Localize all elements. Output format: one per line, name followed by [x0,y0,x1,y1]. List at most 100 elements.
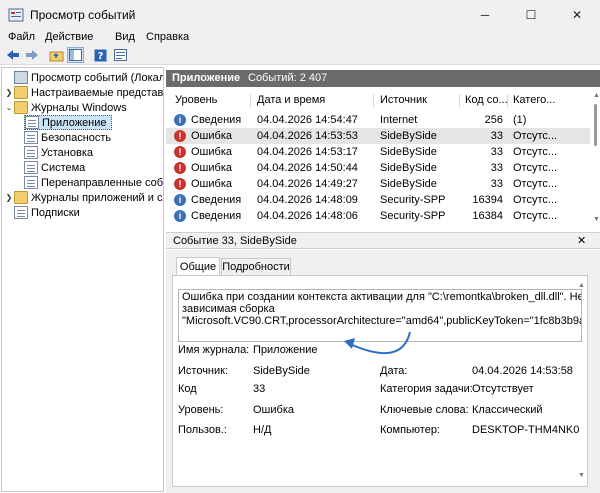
cell-level: Сведения [191,114,242,126]
cell-category: Отсутс... [513,146,558,158]
column-header-source[interactable]: Источник [380,94,427,106]
date-label: Дата: [380,365,408,377]
table-row[interactable]: ! Ошибка 04.04.2026 14:49:27 SideBySide 33 От… [166,176,590,192]
tree-item-label: Безопасность [41,131,112,144]
folder-icon [14,101,28,114]
cell-category: Отсутс... [513,130,558,142]
table-row[interactable]: ! Ошибка 04.04.2026 14:50:44 SideBySide 33 От… [166,160,590,176]
cell-code: 256 [484,114,503,126]
source-label: Источник: [178,365,229,377]
table-row[interactable]: ! Ошибка 04.04.2026 14:53:17 SideBySide 33 От… [166,144,590,160]
tree-item-security[interactable]: Безопасность [24,130,111,145]
column-header-code[interactable]: Код со... [465,94,508,106]
tab-details[interactable]: Подробности [221,258,291,276]
cell-code: 16384 [472,210,503,222]
menu-file[interactable]: Файл [8,31,35,43]
tree-item-label: Перенаправленные собы [41,176,164,189]
cell-category: Отсутс... [513,162,558,174]
toolbar: ? [0,46,600,65]
events-table: Уровень Дата и время Источник Код со... … [166,90,590,228]
chevron-right-icon[interactable]: ❯ [4,193,14,202]
tree-item-app-service-logs[interactable]: ❯ Журналы приложений и сл [4,190,164,205]
minimize-button[interactable]: ─ [462,0,508,30]
help-icon[interactable]: ? [92,47,109,63]
chevron-right-icon[interactable]: ❯ [4,88,14,97]
log-icon [24,161,38,174]
column-header-category[interactable]: Катего... [513,94,555,106]
cell-source: SideBySide [380,162,437,174]
cell-level: Сведения [191,210,242,222]
code-value: 33 [253,383,266,395]
tree-item-label: Настраиваемые представле [31,86,164,99]
menu-help[interactable]: Справка [146,31,189,43]
error-icon: ! [174,146,186,158]
tree-item-setup[interactable]: Установка [24,145,93,160]
event-viewer-icon [14,71,28,84]
log-icon [25,116,39,129]
table-row[interactable]: i Сведения 04.04.2026 14:54:47 Internet 256 (… [166,112,590,128]
tab-general[interactable]: Общие [176,257,220,277]
tree-item-application[interactable]: Приложение [24,115,112,130]
tree-item-subscriptions[interactable]: Подписки [4,205,80,220]
column-header-date[interactable]: Дата и время [257,94,325,106]
tree-item-label: Журналы Windows [31,101,127,114]
cell-code: 33 [490,130,503,142]
menu-bar: Файл Действие Вид Справка [0,30,600,46]
error-icon: ! [174,178,186,190]
user-label: Пользов.: [178,424,227,436]
cell-category: (1) [513,114,527,126]
close-button[interactable]: ✕ [554,0,600,30]
svg-text:?: ? [98,51,104,62]
log-name-value: Приложение [253,344,318,356]
task-category-value: Отсутствует [472,383,534,395]
column-header-level[interactable]: Уровень [175,94,217,106]
info-icon: i [174,194,186,206]
window-title: Просмотр событий [30,8,136,22]
maximize-button[interactable]: ☐ [508,0,554,30]
user-value: Н/Д [253,424,272,436]
cell-level: Ошибка [191,162,232,174]
forward-arrow-icon[interactable] [23,47,40,63]
code-label: Код [178,383,197,395]
tree-item-forwarded[interactable]: Перенаправленные собы [24,175,164,190]
menu-action[interactable]: Действие [45,31,93,43]
back-arrow-icon[interactable] [4,47,21,63]
tree-item-system[interactable]: Система [24,160,85,175]
cell-source: SideBySide [380,146,437,158]
folder-up-icon[interactable] [48,47,65,63]
event-detail-header: Событие 33, SideBySide ✕ [166,232,600,249]
subscriptions-icon [14,206,28,219]
event-message-line: зависимая сборка [182,303,275,315]
detail-scrollbar[interactable]: ▲ ▼ [575,282,585,482]
chevron-down-icon[interactable]: ⌄ [4,103,14,112]
close-icon[interactable]: ✕ [577,234,586,247]
tree-item-label: Журналы приложений и сл [31,191,164,204]
navigation-tree: Просмотр событий (Локальн ❯ Настраиваемы… [1,67,164,492]
cell-code: 33 [490,178,503,190]
tree-root-label: Просмотр событий (Локальн [31,71,164,84]
table-row[interactable]: i Сведения 04.04.2026 14:48:06 Security-SPP… [166,208,590,224]
cell-code: 33 [490,162,503,174]
cell-level: Сведения [191,194,242,206]
show-hide-tree-icon[interactable] [67,47,84,63]
info-icon: i [174,114,186,126]
keywords-label: Ключевые слова: [380,404,469,416]
cell-level: Ошибка [191,146,232,158]
cell-level: Ошибка [191,178,232,190]
cell-category: Отсутс... [513,210,558,222]
properties-icon[interactable] [112,47,129,63]
tree-item-windows-logs[interactable]: ⌄ Журналы Windows [4,100,127,115]
event-count: Событий: 2 407 [248,72,328,84]
error-icon: ! [174,130,186,142]
log-name-label: Имя журнала: [178,344,250,356]
table-row[interactable]: ! Ошибка 04.04.2026 14:53:53 SideBySide 33 От… [166,128,590,144]
tree-item-label: Подписки [31,206,80,219]
source-value: SideBySide [253,365,310,377]
tree-root-event-viewer[interactable]: Просмотр событий (Локальн [4,70,164,85]
title-bar: Просмотр событий ─ ☐ ✕ [0,0,600,30]
cell-date: 04.04.2026 14:48:09 [257,194,358,206]
tree-item-custom-views[interactable]: ❯ Настраиваемые представле [4,85,164,100]
table-row[interactable]: i Сведения 04.04.2026 14:48:09 Security-SPP… [166,192,590,208]
menu-view[interactable]: Вид [115,31,135,43]
events-scrollbar[interactable]: ▲ ▼ [590,90,600,228]
